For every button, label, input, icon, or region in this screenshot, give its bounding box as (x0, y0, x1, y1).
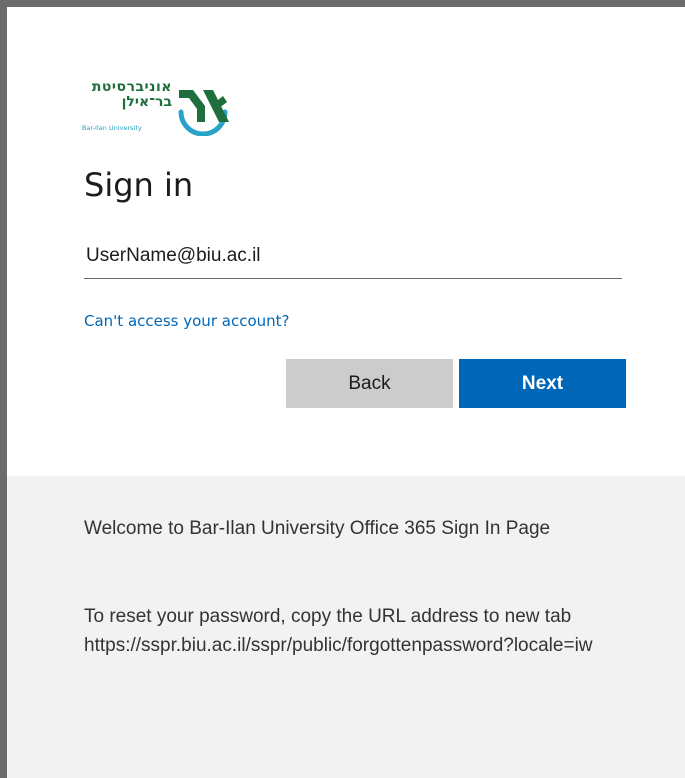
email-field[interactable] (84, 236, 624, 276)
back-button[interactable]: Back (286, 359, 453, 408)
next-button[interactable]: Next (459, 359, 626, 408)
cant-access-account-link[interactable]: Can't access your account? (84, 312, 289, 330)
logo-hebrew-line2: בר־אילן (121, 94, 172, 110)
bar-ilan-logo: אוניברסיטת בר־אילן Bar-Ilan University (80, 80, 240, 138)
reset-password-url: https://sspr.biu.ac.il/sspr/public/forgo… (84, 635, 593, 656)
email-field-wrapper (84, 236, 624, 279)
page-title: Sign in (84, 166, 194, 204)
logo-hebrew-text: אוניברסיטת בר־אילן (80, 80, 172, 110)
logo-english-text: Bar-Ilan University (82, 124, 142, 132)
reset-password-instruction: To reset your password, copy the URL add… (84, 606, 572, 627)
logo-hebrew-line1: אוניברסיטת (91, 79, 172, 95)
welcome-message: Welcome to Bar-Ilan University Office 36… (84, 518, 551, 539)
bar-ilan-emblem-icon (178, 90, 229, 136)
reset-password-message: To reset your password, copy the URL add… (84, 602, 624, 660)
